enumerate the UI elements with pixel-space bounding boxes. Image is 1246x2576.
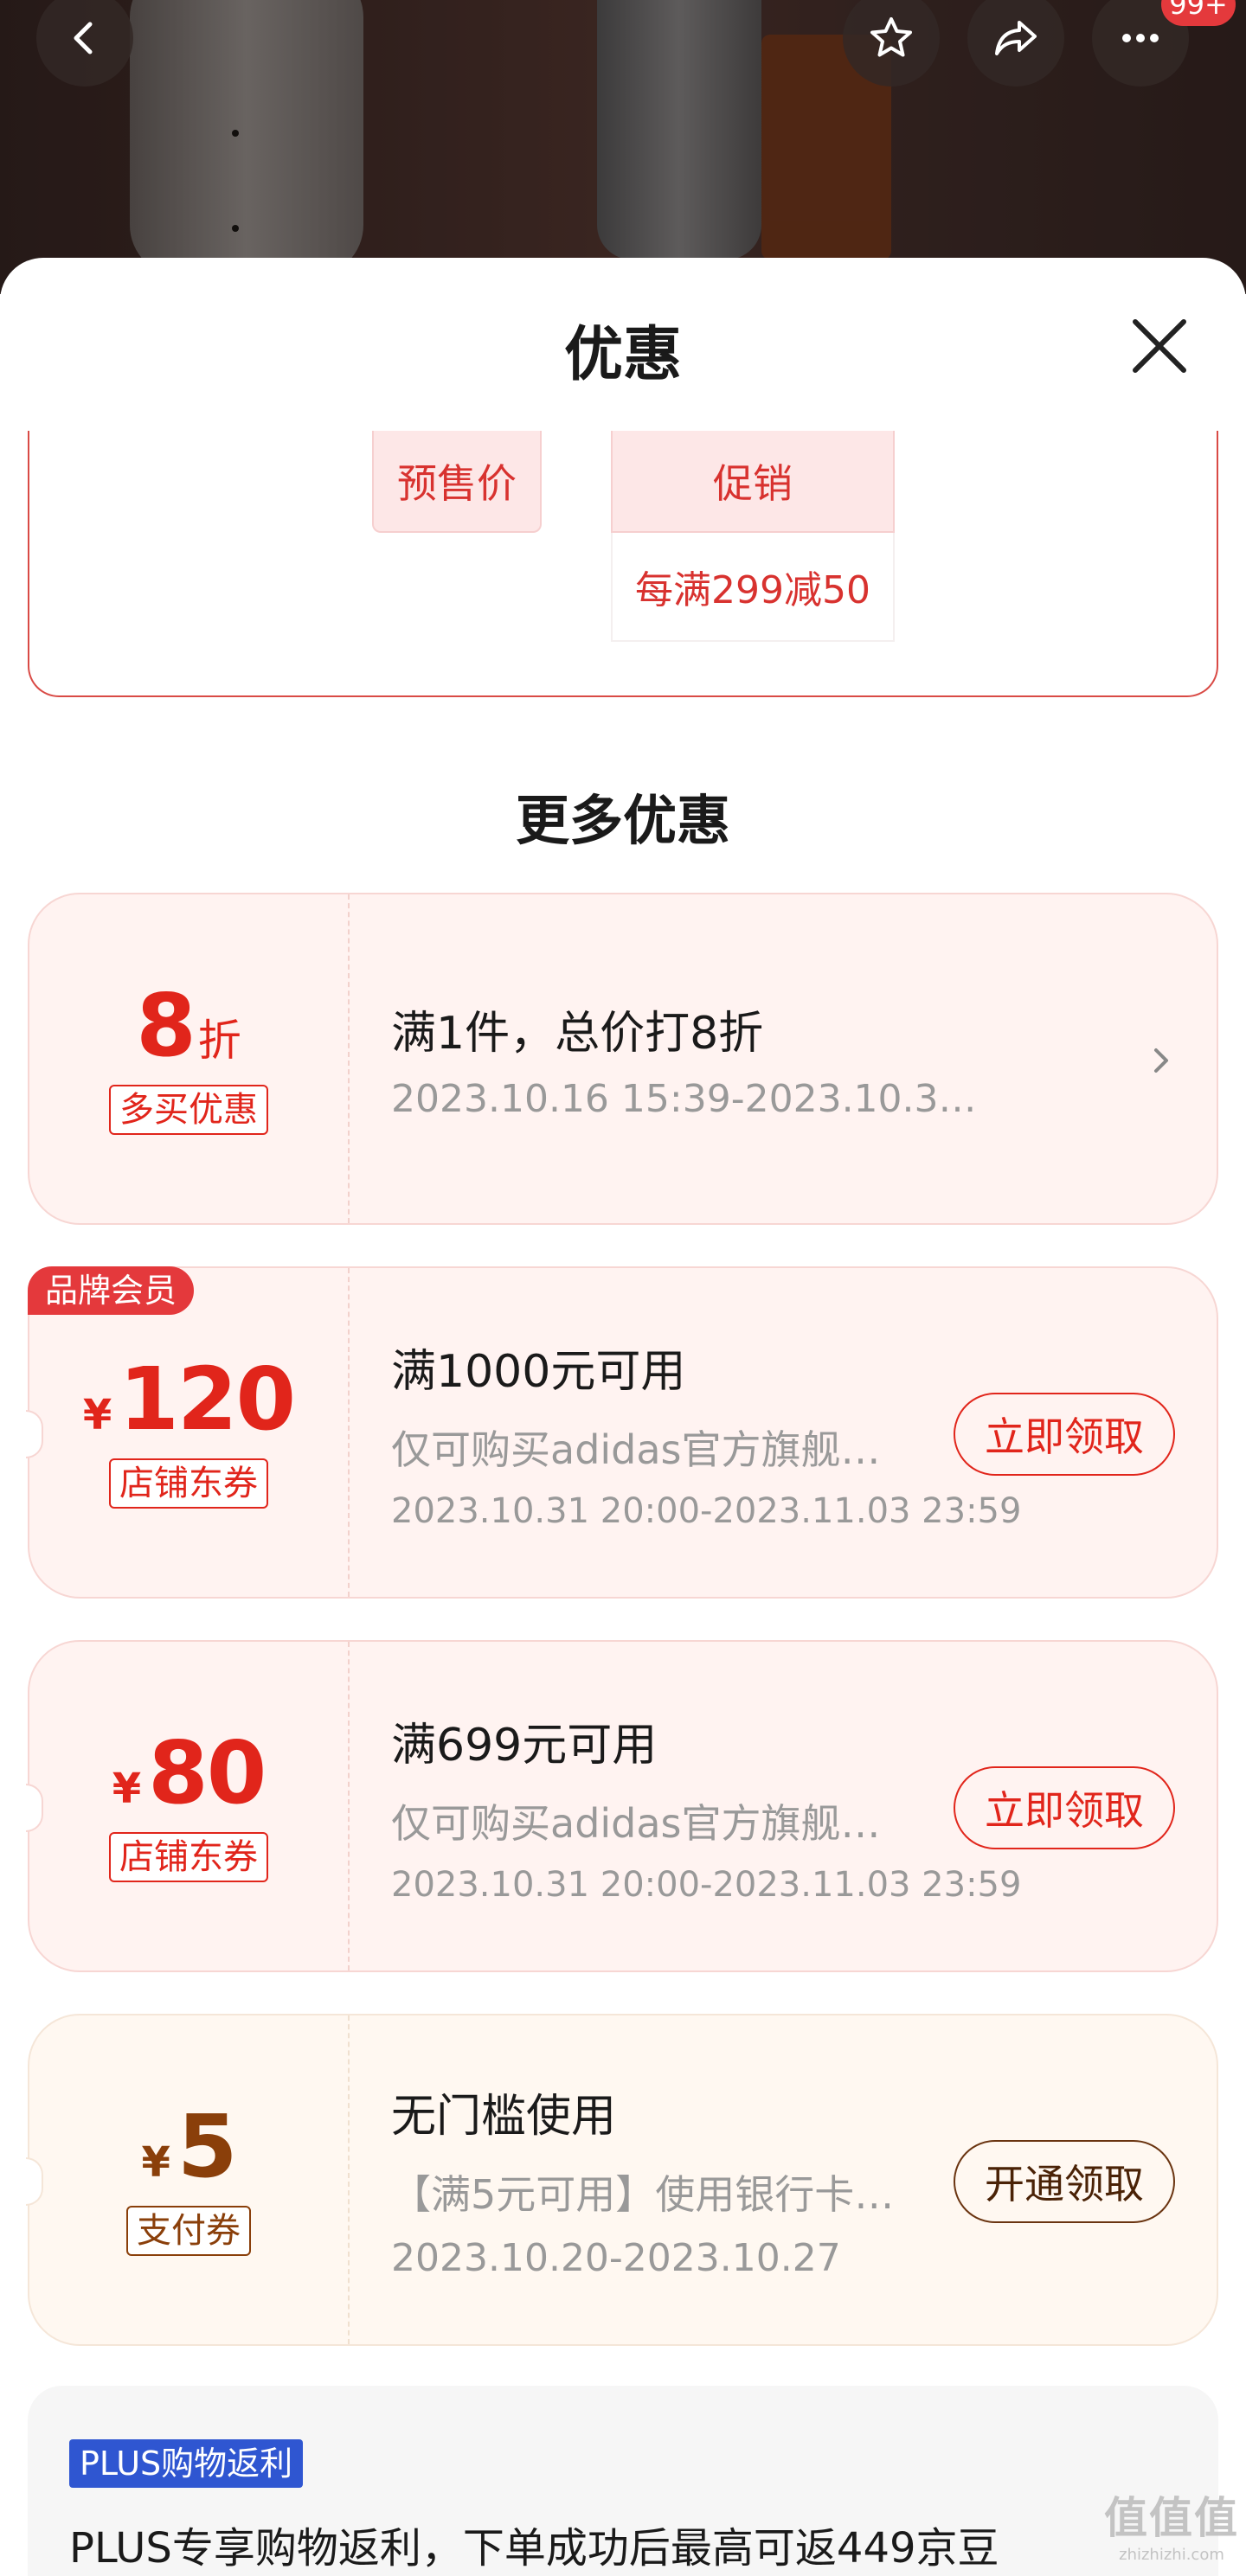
watermark-url: zhizhizhi.com	[1119, 2546, 1224, 2564]
coupon-amount: ¥ 80	[112, 1722, 267, 1823]
more-discounts-title: 更多优惠	[515, 789, 730, 852]
card-divider	[348, 2015, 350, 2344]
plus-rebate-tag: PLUS购物返利	[69, 2439, 304, 2488]
coupon-info: 无门槛使用 【满5元可用】使用银行卡支付可用 2023.10.20-2023.1…	[391, 2015, 997, 2344]
claim-button[interactable]: 立即领取	[954, 1766, 1175, 1849]
cart-count-badge: 99+	[1161, 0, 1236, 26]
share-icon	[995, 21, 1037, 55]
presale-price-tag[interactable]: 预售价	[372, 431, 542, 533]
coupon-value-area: ¥ 120 店铺东券	[29, 1268, 348, 1597]
coupon-value: 5	[177, 2096, 238, 2197]
chevron-left-icon	[74, 22, 93, 54]
coupon-condition: 满1件，总价打8折	[391, 1008, 764, 1060]
coupon-amount: ¥ 5	[141, 2096, 238, 2197]
coupon-info: 满699元可用 仅可购买adidas官方旗舰店部分商品 2023.10.31 2…	[391, 1642, 1021, 1970]
close-icon[interactable]	[1125, 311, 1194, 381]
coupon-info: 满1000元可用 仅可购买adidas官方旗舰店部分商品 2023.10.31 …	[391, 1268, 1021, 1597]
coupon-value-area: ¥ 5 支付券	[29, 2015, 348, 2344]
coupon-value: 80	[148, 1722, 267, 1823]
coupon-value-area: 8 折 多买优惠	[29, 894, 348, 1223]
chevron-right-icon[interactable]	[1144, 1041, 1179, 1080]
coupon-description: 仅可购买adidas官方旗舰店部分商品	[391, 1799, 902, 1847]
card-divider	[348, 894, 350, 1223]
coupon-card-payment-5: ¥ 5 支付券 无门槛使用 【满5元可用】使用银行卡支付可用 2023.10.2…	[26, 2014, 1218, 2346]
currency-symbol: ¥	[82, 1391, 112, 1439]
coupon-validity: 2023.10.16 15:39-2023.10.31 00:00	[391, 1077, 997, 1121]
card-divider	[348, 1268, 350, 1597]
coupon-amount: ¥ 120	[82, 1349, 296, 1450]
coupon-card-store-80: ¥ 80 店铺东券 满699元可用 仅可购买adidas官方旗舰店部分商品 20…	[26, 1640, 1218, 1972]
coupon-validity: 2023.10.31 20:00-2023.11.03 23:59	[391, 1864, 1022, 1905]
discount-sheet: 优惠 预售价 促销 每满299减50 更多优惠 8 折 多买优惠 满1件，总价打…	[0, 258, 1246, 2576]
coupon-card-multi-buy[interactable]: 8 折 多买优惠 满1件，总价打8折 2023.10.16 15:39-2023…	[28, 893, 1218, 1225]
currency-symbol: ¥	[141, 2138, 170, 2187]
coupon-type-tag: 店铺东券	[109, 1832, 268, 1882]
coupon-type-tag: 支付券	[126, 2206, 251, 2256]
coupon-amount: 8 折	[136, 983, 241, 1069]
plus-rebate-text: PLUS专享购物返利，下单成功后最高可返449京豆	[69, 2524, 999, 2573]
promotion-tag[interactable]: 促销	[611, 431, 895, 533]
site-watermark: 值值值 zhizhizhi.com	[1104, 2483, 1239, 2564]
coupon-type-tag: 多买优惠	[109, 1085, 268, 1135]
coupon-info: 满1件，总价打8折 2023.10.16 15:39-2023.10.31 00…	[391, 894, 997, 1223]
discount-number: 8	[136, 975, 196, 1076]
plus-rebate-box: PLUS购物返利 PLUS专享购物返利，下单成功后最高可返449京豆	[28, 2386, 1218, 2576]
coupon-condition: 满699元可用	[391, 1719, 658, 1772]
coupon-validity: 2023.10.31 20:00-2023.11.03 23:59	[391, 1490, 1022, 1531]
activate-claim-button[interactable]: 开通领取	[954, 2140, 1175, 2223]
star-icon	[870, 17, 912, 57]
coupon-condition: 无门槛使用	[391, 2091, 617, 2143]
coupon-type-tag: 店铺东券	[109, 1458, 268, 1509]
sheet-title: 优惠	[563, 321, 682, 389]
coupon-description: 仅可购买adidas官方旗舰店部分商品	[391, 1426, 902, 1473]
watermark-logo: 值值值	[1104, 2493, 1239, 2543]
coupon-card-store-120: 品牌会员 ¥ 120 店铺东券 满1000元可用 仅可购买adidas官方旗舰店…	[26, 1266, 1218, 1599]
more-dots-icon	[1122, 34, 1159, 42]
coupon-value: 120	[119, 1349, 296, 1450]
discount-unit: 折	[197, 1016, 241, 1066]
card-divider	[348, 1642, 350, 1970]
promotion-detail: 每满299减50	[611, 533, 895, 642]
coupon-value-area: ¥ 80 店铺东券	[29, 1642, 348, 1970]
coupon-condition: 满1000元可用	[391, 1345, 686, 1398]
coupon-validity: 2023.10.20-2023.10.27	[391, 2236, 841, 2280]
currency-symbol: ¥	[112, 1765, 142, 1813]
claim-button[interactable]: 立即领取	[954, 1393, 1175, 1476]
coupon-description: 【满5元可用】使用银行卡支付可用	[391, 2171, 919, 2218]
